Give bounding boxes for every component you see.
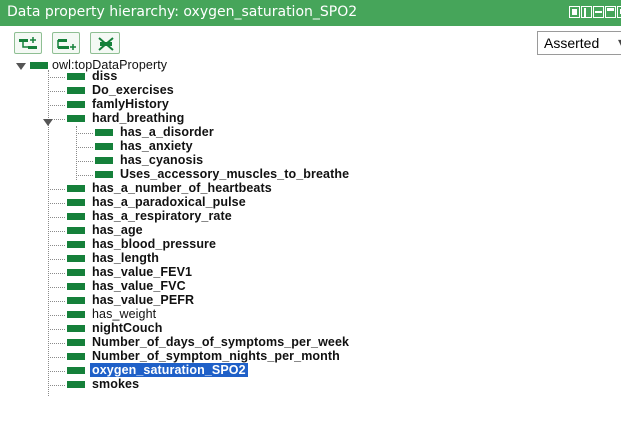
- tree-node[interactable]: has_anxiety: [0, 139, 420, 154]
- close-view-icon[interactable]: [617, 6, 621, 18]
- property-icon: [67, 255, 85, 262]
- property-icon: [67, 311, 85, 318]
- tree-node[interactable]: has_a_paradoxical_pulse: [0, 195, 420, 210]
- tree-node-label: has_a_respiratory_rate: [92, 209, 232, 223]
- window-title: Data property hierarchy: oxygen_saturati…: [7, 4, 358, 20]
- tree-node-label: Uses_accessory_muscles_to_breathe: [120, 167, 350, 181]
- property-icon: [67, 367, 85, 374]
- property-icon: [67, 185, 85, 192]
- property-tree: owl:topDataProperty diss Do_exercises fa…: [0, 56, 621, 439]
- tree-node-label: nightCouch: [92, 321, 163, 335]
- tree-node[interactable]: has_weight: [0, 307, 420, 322]
- tree-node-label: diss: [92, 69, 118, 83]
- tree-node-label: has_anxiety: [120, 139, 193, 153]
- property-icon: [67, 241, 85, 248]
- add-sibling-property-icon: [57, 39, 76, 50]
- tree-node-label: smokes: [92, 377, 140, 391]
- property-icon: [67, 325, 85, 332]
- tree-node[interactable]: has_blood_pressure: [0, 237, 420, 252]
- tree-node-label: oxygen_saturation_SPO2: [90, 363, 248, 377]
- property-icon: [67, 297, 85, 304]
- tree-node[interactable]: has_value_FEV1: [0, 265, 420, 280]
- tree-node-label: hard_breathing: [92, 111, 185, 125]
- tree-node[interactable]: has_a_disorder: [0, 125, 420, 140]
- tree-node-label: has_value_PEFR: [92, 293, 195, 307]
- property-icon: [95, 143, 113, 150]
- tree-node-label: has_value_FEV1: [92, 265, 193, 279]
- tree-node-label: has_age: [92, 223, 143, 237]
- property-icon: [67, 213, 85, 220]
- tree-node[interactable]: has_value_FVC: [0, 279, 420, 294]
- property-icon: [67, 115, 85, 122]
- tree-node[interactable]: diss: [0, 69, 400, 84]
- tree-node-label: has_a_paradoxical_pulse: [92, 195, 246, 209]
- property-icon: [67, 101, 85, 108]
- tree-node[interactable]: nightCouch: [0, 321, 420, 336]
- tree-node[interactable]: has_length: [0, 251, 420, 266]
- tree-node-label: has_length: [92, 251, 159, 265]
- tree-node-label: famlyHistory: [92, 97, 169, 111]
- property-icon: [95, 171, 113, 178]
- tree-node[interactable]: smokes: [0, 377, 420, 392]
- delete-property-button[interactable]: [90, 32, 120, 54]
- property-icon: [30, 62, 48, 69]
- pin-view-icon[interactable]: [581, 6, 592, 18]
- tree-node[interactable]: famlyHistory: [0, 97, 400, 112]
- view-options-icon[interactable]: [569, 6, 580, 18]
- tree-node[interactable]: has_value_PEFR: [0, 293, 420, 308]
- property-icon: [67, 87, 85, 94]
- tree-node[interactable]: has_age: [0, 223, 420, 238]
- property-icon: [67, 269, 85, 276]
- property-icon: [67, 353, 85, 360]
- property-icon: [67, 73, 85, 80]
- split-horizontal-icon[interactable]: [593, 6, 604, 18]
- delete-property-icon: [98, 37, 114, 51]
- view-mode-value: Asserted: [544, 35, 600, 51]
- tree-node-label: has_cyanosis: [120, 153, 204, 167]
- tree-node-label: Number_of_symptom_nights_per_month: [92, 349, 340, 363]
- property-icon: [67, 283, 85, 290]
- property-icon: [67, 381, 85, 388]
- tree-node[interactable]: has_a_number_of_heartbeats: [0, 181, 420, 196]
- add-sibling-property-button[interactable]: [52, 32, 80, 54]
- property-icon: [67, 227, 85, 234]
- title-bar: Data property hierarchy: oxygen_saturati…: [0, 0, 621, 26]
- split-vertical-icon[interactable]: [605, 6, 616, 18]
- tree-node[interactable]: Do_exercises: [0, 83, 400, 98]
- tree-node[interactable]: hard_breathing: [0, 111, 400, 126]
- property-icon: [95, 129, 113, 136]
- tree-node[interactable]: Number_of_symptom_nights_per_month: [0, 349, 460, 364]
- tree-node[interactable]: Number_of_days_of_symptoms_per_week: [0, 335, 460, 350]
- tree-node[interactable]: has_a_respiratory_rate: [0, 209, 420, 224]
- property-icon: [95, 157, 113, 164]
- tree-node-selected[interactable]: oxygen_saturation_SPO2: [0, 363, 420, 378]
- tree-node-label: has_value_FVC: [92, 279, 186, 293]
- tree-node-label: Do_exercises: [92, 83, 174, 97]
- tree-node[interactable]: has_cyanosis: [0, 153, 420, 168]
- tree-node-label: has_blood_pressure: [92, 237, 217, 251]
- tree-node-label: Number_of_days_of_symptoms_per_week: [92, 335, 350, 349]
- tree-node[interactable]: Uses_accessory_muscles_to_breathe: [0, 167, 460, 182]
- add-subproperty-button[interactable]: [14, 32, 42, 54]
- view-mode-select[interactable]: Asserted ▾: [537, 31, 621, 55]
- property-icon: [67, 339, 85, 346]
- tree-node-label: has_weight: [92, 307, 157, 321]
- property-icon: [67, 199, 85, 206]
- add-subproperty-icon: [19, 37, 37, 49]
- tree-node-label: has_a_number_of_heartbeats: [92, 181, 272, 195]
- tree-node-label: has_a_disorder: [120, 125, 214, 139]
